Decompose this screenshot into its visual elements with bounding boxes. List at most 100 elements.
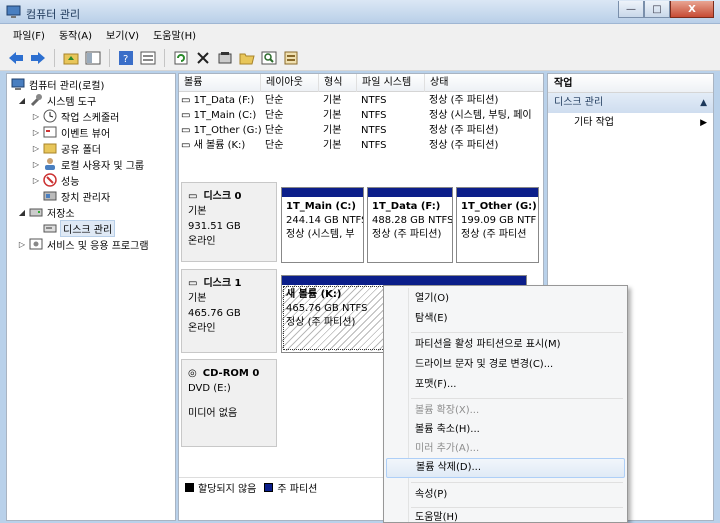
open-button[interactable] [237,48,257,68]
close-button[interactable]: X [670,1,714,18]
menu-action[interactable]: 동작(A) [52,27,99,42]
menu-file[interactable]: 파일(F) [6,27,52,42]
volume-row[interactable]: ▭ 1T_Main (C:) 단순 기본 NTFS 정상 (시스템, 부팅, 페… [179,108,543,123]
volume-row[interactable]: ▭ 1T_Other (G:) 단순 기본 NTFS 정상 (주 파티션) [179,123,543,138]
properties-view-button[interactable] [138,48,158,68]
menu-item-open[interactable]: 열기(O) [386,289,625,309]
toolbar-separator [164,48,165,67]
status-cell: 정상 (주 파티션) [429,140,499,151]
menu-item-shrink[interactable]: 볼륨 축소(H)... [386,420,625,440]
menu-item-explore[interactable]: 탐색(E) [386,309,625,329]
delete-button[interactable] [193,48,213,68]
volume-cell: ▭ 1T_Data (F:) [181,95,255,106]
up-folder-icon [63,53,79,64]
menu-item-format[interactable]: 포맷(F)... [386,375,625,395]
tree-item-device-manager[interactable]: 장치 관리자 [41,188,110,204]
context-menu: 열기(O) 탐색(E) 파티션을 활성 파티션으로 표시(M) 드라이브 문자 … [383,285,628,523]
collapsed-arrow-icon[interactable]: ▷ [17,240,27,249]
partition-data[interactable]: 1T_Data (F:) 488.28 GB NTFS 정상 (주 파티션) [367,187,453,263]
collapsed-arrow-icon[interactable]: ▷ [31,176,41,185]
menu-item-change-letter[interactable]: 드라이브 문자 및 경로 변경(C)... [386,355,625,375]
tree-item-label: 작업 스케줄러 [61,112,120,124]
cdrom-label[interactable]: ◎ CD-ROM 0 DVD (E:) 미디어 없음 [181,359,277,447]
back-icon [9,51,23,64]
collapsed-arrow-icon[interactable]: ▷ [31,144,41,153]
show-hide-tree-button[interactable] [83,48,103,68]
partition-main[interactable]: 1T_Main (C:) 244.14 GB NTFS 정상 (시스템, 부 [281,187,364,263]
column-header-status[interactable]: 상태 [425,74,543,92]
column-header-type[interactable]: 형식 [319,74,357,92]
volume-cell: ▭ 1T_Main (C:) [181,110,257,121]
device-manager-icon [43,189,57,203]
tree-item-storage[interactable]: ◢ 저장소 [17,204,75,220]
tree-item-system-tools[interactable]: ◢ 시스템 도구 [17,92,96,108]
volume-row[interactable]: ▭ 새 볼륨 (K:) 단순 기본 NTFS 정상 (주 파티션) [179,138,543,153]
export-icon [284,51,298,64]
expanded-arrow-icon[interactable]: ◢ [17,208,27,217]
volume-list-header: 볼륨 레이아웃 형식 파일 시스템 상태 [179,74,543,92]
status-cell: 정상 (시스템, 부팅, 페이 [429,110,532,121]
tree-item-shared-folders[interactable]: ▷ 공유 폴더 [31,140,101,156]
collapsed-arrow-icon[interactable]: ▷ [31,128,41,137]
drive-icon: ▭ [181,110,191,121]
expanded-arrow-icon[interactable]: ◢ [17,96,27,105]
disk-0-label[interactable]: ▭ 디스크 0 기본 931.51 GB 온라인 [181,182,277,262]
column-header-volume[interactable]: 볼륨 [179,74,261,92]
help-button[interactable]: ? [116,48,136,68]
title-bar: 컴퓨터 관리 — □ X [0,0,720,24]
refresh-button[interactable] [171,48,191,68]
menu-item-extend[interactable]: 볼륨 확장(X)... [386,401,625,421]
menu-item-mark-active[interactable]: 파티션을 활성 파티션으로 표시(M) [386,335,625,355]
toolbar: ? [0,45,720,71]
tree-item-performance[interactable]: ▷ 성능 [31,172,79,188]
column-header-layout[interactable]: 레이아웃 [261,74,319,92]
cdrom-icon: ◎ [188,368,197,379]
menu-separator [411,482,623,483]
performance-icon [43,173,57,187]
menu-help[interactable]: 도움말(H) [146,27,203,42]
partition-other[interactable]: 1T_Other (G:) 199.09 GB NTF 정상 (주 파티션 [456,187,539,263]
tree-item-label: 이벤트 뷰어 [61,128,111,140]
tree-item-services[interactable]: ▷ 서비스 및 응용 프로그램 [17,236,149,252]
action-more[interactable]: 기타 작업 ▶ [548,113,713,133]
drive-icon: ▭ [181,140,191,151]
submenu-arrow-icon: ▶ [700,118,707,128]
volume-cell: ▭ 1T_Other (G:) [181,125,261,136]
tree-item-disk-management[interactable]: 디스크 관리 [41,219,116,237]
column-header-filesystem[interactable]: 파일 시스템 [357,74,425,92]
maximize-icon: □ [652,3,662,15]
tree-item-label: 공유 폴더 [61,144,101,156]
back-button[interactable] [6,48,26,68]
layout-cell: 단순 [265,140,284,151]
legend-unallocated: 할당되지 않음 [198,484,257,495]
export-button[interactable] [281,48,301,68]
properties-button[interactable] [215,48,235,68]
primary-swatch [264,483,274,492]
search-button[interactable] [259,48,279,68]
menu-item-properties[interactable]: 속성(P) [386,485,625,505]
tree-item-local-users[interactable]: ▷ 로컬 사용자 및 그룹 [31,156,144,172]
minimize-button[interactable]: — [618,1,644,18]
maximize-button[interactable]: □ [644,1,670,18]
up-folder-button[interactable] [61,48,81,68]
disk-1-label[interactable]: ▭ 디스크 1 기본 465.76 GB 온라인 [181,269,277,353]
menu-item-add-mirror[interactable]: 미러 추가(A)... [386,439,625,459]
volume-row[interactable]: ▭ 1T_Data (F:) 단순 기본 NTFS 정상 (주 파티션) [179,93,543,108]
tree-item-computer-management[interactable]: 컴퓨터 관리(로컬) [9,76,104,92]
computer-management-icon [11,77,25,91]
toolbar-separator [54,48,55,67]
menu-item-help[interactable]: 도움말(H) [386,510,625,523]
collapsed-arrow-icon[interactable]: ▷ [31,160,41,169]
tree-item-label: 저장소 [47,208,75,220]
tree-item-task-scheduler[interactable]: ▷ 작업 스케줄러 [31,108,119,124]
menu-view[interactable]: 보기(V) [99,27,146,42]
primary-partition-bar [368,188,452,197]
tree-item-label: 컴퓨터 관리(로컬) [29,80,105,92]
open-icon [239,53,255,64]
tree-item-event-viewer[interactable]: ▷ 이벤트 뷰어 [31,124,110,140]
collapsed-arrow-icon[interactable]: ▷ [31,112,41,121]
menu-item-delete-volume[interactable]: 볼륨 삭제(D)... [386,458,625,478]
actions-section-disk-management[interactable]: 디스크 관리 ▲ [548,93,713,113]
forward-button[interactable] [28,48,48,68]
menu-separator [411,332,623,333]
